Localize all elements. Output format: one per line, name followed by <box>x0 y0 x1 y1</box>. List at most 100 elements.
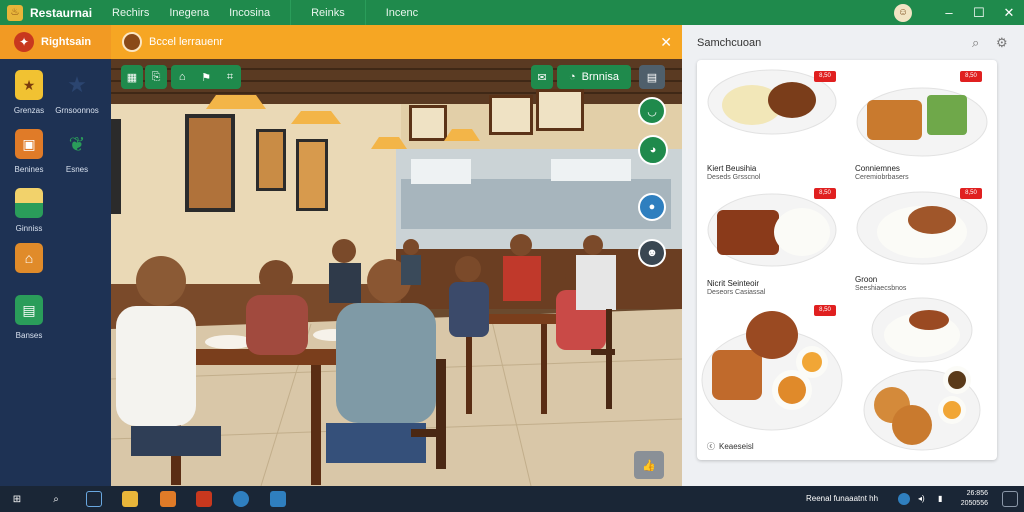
dish-name[interactable]: Conniemnes <box>855 164 900 173</box>
folder-icon[interactable] <box>122 491 138 507</box>
menu-item-4[interactable]: Reinks <box>311 7 345 19</box>
card-footer[interactable]: ⓒ Keaeseisl <box>707 441 754 452</box>
taskbar: ⊞ ⌕ Reenal funaaatnt hh ◂) ▮ 26:856 2050… <box>0 486 1024 512</box>
close-icon[interactable]: ✕ <box>660 34 672 51</box>
notifications-icon[interactable] <box>1002 491 1018 507</box>
price-tag: 8,50 <box>814 305 836 316</box>
gear-icon[interactable]: ⚙ <box>996 35 1008 51</box>
browser-icon[interactable] <box>233 491 249 507</box>
sidebar-item-2[interactable]: ★ Grnsoonnos <box>52 70 102 115</box>
copy-tool-button[interactable]: ⎘ <box>145 65 167 89</box>
sidebar-item-6[interactable]: ⌂ <box>4 243 54 279</box>
search-icon[interactable]: ⌕ <box>48 491 64 507</box>
price-tag: 8,50 <box>960 71 982 82</box>
menu-item-5[interactable]: Incenc <box>386 7 418 19</box>
share-icon: ◔ <box>569 71 576 83</box>
close-window-button[interactable]: ✕ <box>994 5 1024 21</box>
sidebar-item-label: Esnes <box>65 165 89 174</box>
photo-panel-title: Bccel lerrauenr <box>149 36 223 48</box>
box-icon: ▣ <box>15 129 43 159</box>
user-avatar-icon[interactable]: ☺ <box>894 3 912 22</box>
restaurant-photo <box>111 59 682 486</box>
sidebar-item-1[interactable]: ★ Grenzas <box>4 70 54 115</box>
share-button[interactable]: ◔ Brnnisa <box>557 65 631 89</box>
maximize-button[interactable]: ☐ <box>964 5 994 21</box>
dish-description: Ceremiobrbasers <box>855 174 909 181</box>
clock-time: 26:856 <box>966 490 988 497</box>
app-red-icon[interactable] <box>196 491 212 507</box>
dish-description: Deseors Casiassal <box>707 289 766 296</box>
price-tag: 8,50 <box>960 188 982 199</box>
thumbs-up-button[interactable]: 👍 <box>634 451 664 479</box>
start-icon[interactable]: ⊞ <box>9 491 25 507</box>
info-icon: ⓒ <box>707 442 715 451</box>
network-icon[interactable] <box>898 493 910 505</box>
bell-icon[interactable]: ◡ <box>638 97 666 125</box>
tray-status: Reenal funaaatnt hh <box>806 494 879 503</box>
price-tag: 8,50 <box>814 188 836 199</box>
dish-name[interactable]: Groon <box>855 275 877 284</box>
photo-panel: Bccel lerrauenr ✕ ▦ ⎘ ⌂ ⚑ ⌗ ✉ ◔ Brnnisa … <box>111 25 682 486</box>
clock[interactable]: 26:856 2050556 <box>961 489 988 509</box>
sidebar-item-5[interactable]: Ginniss <box>4 188 54 233</box>
dish-description: Seeshiaecsbnos <box>855 285 907 292</box>
sidebar-item-3[interactable]: ▣ Benines <box>4 129 54 174</box>
chat-button[interactable]: ✉ <box>531 65 553 89</box>
globe-icon[interactable] <box>270 491 286 507</box>
menu-item-3[interactable]: Incosina <box>229 7 270 19</box>
window-controls: ☺ – ☐ ✕ <box>894 0 1024 25</box>
chart-icon[interactable]: ◕ <box>638 135 668 165</box>
grid-view-button[interactable]: ▤ <box>639 65 665 89</box>
price-tag: 8,50 <box>814 71 836 82</box>
sidebar-item-label: Grenzas <box>13 106 45 115</box>
sidebar-logo-icon: ✦ <box>14 32 34 52</box>
card-footer-label: Keaeseisl <box>719 442 754 451</box>
home-icon: ⌂ <box>15 243 43 273</box>
photo-panel-header: Bccel lerrauenr ✕ <box>111 25 682 59</box>
emoji-icon[interactable]: ☻ <box>638 239 666 267</box>
app-orange-icon[interactable] <box>160 491 176 507</box>
sidebar-item-label: Ginniss <box>15 224 43 233</box>
sidebar: ✦ Rightsain ★ Grenzas ★ Grnsoonnos ▣ Ben… <box>0 25 111 486</box>
menu-panel-title: Samchcuoan <box>697 37 762 49</box>
speaker-icon[interactable]: ◂) <box>918 494 925 503</box>
dish-description: Deseds Grsscnol <box>707 174 761 181</box>
menu-divider <box>364 0 366 25</box>
battery-icon[interactable]: ▮ <box>938 494 942 503</box>
crop-icon[interactable]: ⌗ <box>227 71 233 84</box>
star-icon: ★ <box>63 70 91 100</box>
image-tool-button[interactable]: ▦ <box>121 65 143 89</box>
share-label: Brnnisa <box>581 71 619 83</box>
menu-item-2[interactable]: Inegena <box>169 7 209 19</box>
globe-icon[interactable]: ● <box>638 193 666 221</box>
menu-divider <box>290 0 292 25</box>
media-toolbar: ⌂ ⚑ ⌗ <box>171 65 241 89</box>
document-icon: ▤ <box>15 295 43 325</box>
sidebar-item-7[interactable]: ▤ Banses <box>4 295 54 340</box>
star-badge-icon: ★ <box>15 70 43 100</box>
sidebar-item-label: Benines <box>14 165 44 174</box>
task-view-icon[interactable] <box>86 491 102 507</box>
food-photos <box>701 69 988 451</box>
search-icon[interactable]: ⌕ <box>972 35 979 51</box>
sidebar-item-label: Banses <box>15 331 43 340</box>
restaurant-avatar-icon <box>122 32 142 52</box>
clock-date: 2050556 <box>960 500 988 507</box>
sidebar-item-4[interactable]: ❦ Esnes <box>52 129 102 174</box>
app-logo-icon: ♨ <box>7 4 23 21</box>
menu-panel: Samchcuoan ⌕ ⚙ 8,50 8,50 8,50 8,50 8,50 … <box>682 25 1024 486</box>
home-icon[interactable]: ⌂ <box>179 71 186 83</box>
dish-name[interactable]: Kiert Beusihia <box>707 164 756 173</box>
leaf-icon: ❦ <box>63 129 91 159</box>
app-title: Restaurnai <box>30 5 93 20</box>
dish-name[interactable]: Nicrit Seinteoir <box>707 279 759 288</box>
sidebar-title: Rightsain <box>41 36 92 48</box>
title-bar: ♨ Restaurnai Rechirs Inegena Incosina Re… <box>0 0 1024 25</box>
menu-card: 8,50 8,50 8,50 8,50 8,50 Kiert Beusihia … <box>697 60 997 460</box>
sidebar-item-label: Grnsoonnos <box>55 106 99 115</box>
landscape-icon <box>15 188 43 218</box>
menu-item-1[interactable]: Rechirs <box>112 7 149 19</box>
sidebar-header: ✦ Rightsain <box>0 25 111 59</box>
flag-icon[interactable]: ⚑ <box>201 71 211 84</box>
minimize-button[interactable]: – <box>934 5 964 20</box>
